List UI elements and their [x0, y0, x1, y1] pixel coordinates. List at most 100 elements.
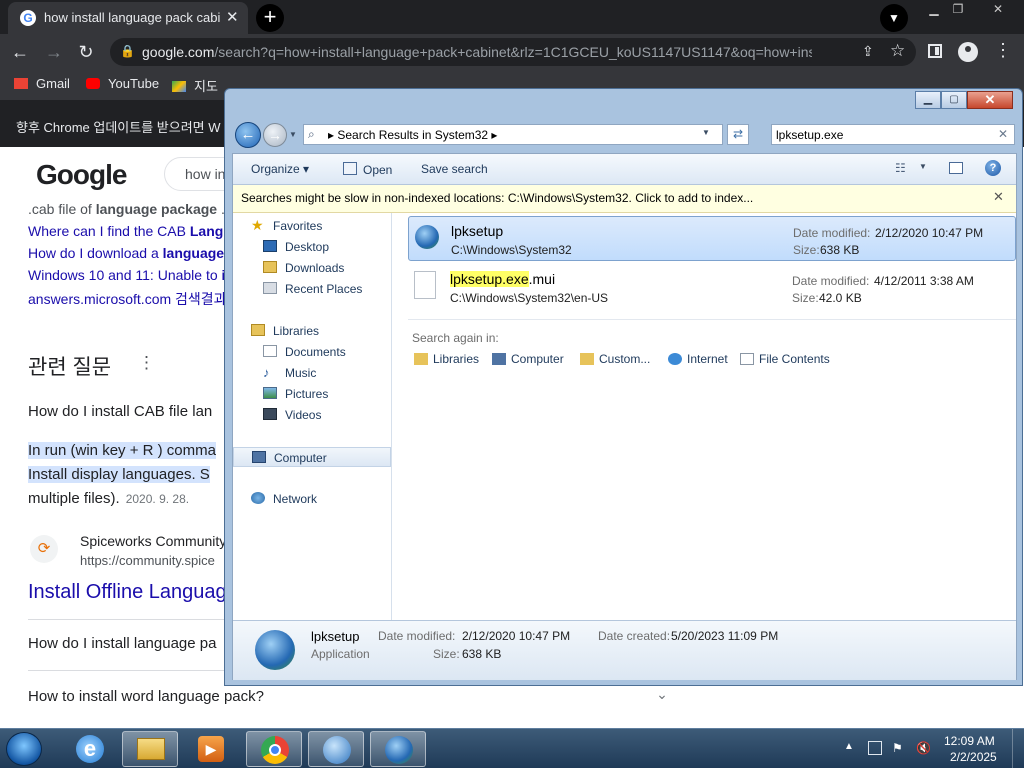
view-dropdown-icon[interactable]: ▼ — [919, 162, 927, 171]
nav-documents[interactable]: Documents — [233, 342, 391, 362]
index-infobar[interactable]: Searches might be slow in non-indexed lo… — [233, 185, 1016, 213]
explorer-close-button[interactable]: ✕ — [967, 91, 1013, 109]
preview-pane-icon[interactable] — [949, 162, 963, 174]
address-dropdown-icon[interactable]: ▼ — [702, 128, 710, 137]
lpksetup-large-icon — [255, 630, 295, 670]
start-button[interactable] — [6, 732, 42, 766]
pictures-icon — [263, 387, 277, 399]
people-also-ask-item[interactable]: How do I install language pa — [28, 635, 216, 652]
save-search-button[interactable]: Save search — [421, 162, 488, 176]
explorer-search-input[interactable]: lpksetup.exe ✕ — [771, 124, 1015, 145]
recent-pages-chevron-icon[interactable]: ▼ — [289, 130, 297, 139]
back-arrow-icon[interactable]: ← — [8, 40, 32, 64]
address-path[interactable]: ▸ Search Results in System32 ▸ — [328, 128, 497, 142]
tab-close-icon[interactable]: ✕ — [226, 8, 239, 26]
search-again-libraries[interactable]: Libraries — [414, 352, 479, 366]
search-again-file-contents[interactable]: File Contents — [740, 352, 830, 366]
chrome-menu-icon[interactable]: ⋮ — [994, 40, 1012, 61]
nav-desktop[interactable]: Desktop — [233, 237, 391, 257]
people-also-ask-item[interactable]: How to install word language pack? — [28, 688, 264, 705]
back-button[interactable]: ← — [235, 122, 261, 148]
taskbar-windows-explorer[interactable] — [122, 731, 178, 767]
chrome-restore-button[interactable]: ❐ — [946, 1, 970, 17]
search-again-custom[interactable]: Custom... — [580, 352, 650, 366]
more-options-icon[interactable]: ⋮ — [138, 353, 155, 373]
nav-libraries[interactable]: Libraries — [233, 321, 391, 341]
bookmark-maps[interactable]: 지도 — [172, 76, 218, 95]
faq-question[interactable]: How do I install CAB file lan — [28, 403, 212, 420]
search-again-internet[interactable]: Internet — [668, 352, 728, 366]
chrome-close-button[interactable]: ✕ — [986, 1, 1010, 17]
snippet-link[interactable]: Where can I find the CAB Lang — [28, 223, 223, 239]
clock-time[interactable]: 12:09 AM — [944, 734, 995, 748]
taskbar-lpksetup[interactable] — [370, 731, 426, 767]
reload-icon[interactable]: ↻ — [74, 40, 98, 64]
url-text[interactable]: google.com/search?q=how+install+language… — [142, 44, 812, 60]
explorer-address-bar[interactable]: ⌕ ▸ Search Results in System32 ▸ ▼ — [303, 124, 723, 145]
nav-videos[interactable]: Videos — [233, 405, 391, 425]
details-created: 5/20/2023 11:09 PM — [671, 629, 779, 643]
music-icon: ♪ — [263, 365, 270, 380]
show-hidden-icons-icon[interactable]: ▲ — [844, 741, 854, 752]
open-button[interactable]: Open — [343, 162, 392, 177]
result-name: lpksetup.exe.mui — [450, 271, 556, 287]
nav-music[interactable]: ♪ Music — [233, 363, 391, 383]
search-again-computer[interactable]: Computer — [492, 352, 564, 366]
new-tab-button[interactable]: + — [256, 4, 284, 32]
side-panel-icon[interactable] — [928, 44, 942, 58]
result-title-link[interactable]: Install Offline Languag — [28, 581, 227, 604]
help-icon[interactable]: ? — [985, 160, 1001, 176]
address-bar[interactable]: 🔒 google.com/search?q=how+install+langua… — [110, 38, 916, 66]
change-view-icon[interactable]: ☷ — [895, 161, 909, 175]
source-url[interactable]: https://community.spice — [80, 553, 215, 568]
related-questions-heading: 관련 질문 — [28, 356, 112, 379]
chrome-minimize-button[interactable]: ▁ — [922, 1, 946, 17]
network-tray-icon[interactable] — [868, 741, 882, 755]
clock-date[interactable]: 2/2/2025 — [950, 750, 997, 764]
taskbar: e ▶ ▲ ⚑ 🔇 12:09 AM 2/2/2025 — [0, 728, 1024, 769]
taskbar-internet-explorer[interactable]: e — [62, 731, 118, 767]
taskbar-media-player[interactable]: ▶ — [184, 731, 240, 767]
result-item[interactable]: lpksetup C:\Windows\System32 Date modifi… — [408, 216, 1016, 261]
share-icon[interactable]: ⇪ — [862, 43, 874, 60]
update-banner-text: 향후 Chrome 업데이트를 받으려면 W — [16, 120, 221, 135]
nav-recent-places[interactable]: Recent Places — [233, 279, 391, 299]
explorer-minimize-button[interactable]: ▁ — [915, 91, 941, 109]
nav-favorites[interactable]: ★ Favorites — [233, 216, 391, 236]
profile-avatar-icon[interactable] — [958, 42, 978, 62]
refresh-button[interactable]: ⇄ — [727, 124, 749, 145]
details-type: Application — [311, 647, 370, 661]
volume-muted-icon[interactable]: 🔇 — [916, 741, 931, 755]
clear-search-icon[interactable]: ✕ — [998, 127, 1008, 141]
snippet-line: .cab file of language package . — [28, 201, 225, 217]
lpksetup-app-icon — [415, 225, 439, 249]
nav-downloads[interactable]: Downloads — [233, 258, 391, 278]
browser-tab[interactable]: G how install language pack cabinet ✕ — [8, 2, 248, 34]
nav-computer[interactable]: Computer — [233, 447, 391, 467]
file-icon — [414, 271, 436, 299]
snippet-link[interactable]: How do I download a language — [28, 245, 224, 261]
bookmark-star-icon[interactable]: ☆ — [890, 41, 905, 61]
snippet-link[interactable]: Windows 10 and 11: Unable to i — [28, 267, 225, 283]
taskbar-search-results[interactable] — [308, 731, 364, 767]
forward-arrow-icon[interactable]: → — [42, 40, 66, 64]
forward-button[interactable]: → — [263, 123, 287, 147]
explorer-maximize-button[interactable]: ▢ — [941, 91, 967, 109]
show-desktop-button[interactable] — [1012, 729, 1024, 769]
source-name[interactable]: Spiceworks Community — [80, 533, 226, 549]
nav-pictures[interactable]: Pictures — [233, 384, 391, 404]
bookmark-gmail[interactable]: Gmail — [14, 76, 70, 91]
bookmark-youtube[interactable]: YouTube — [86, 76, 159, 91]
lock-icon[interactable]: 🔒 — [120, 44, 135, 58]
taskbar-chrome[interactable] — [246, 731, 302, 767]
snippet-link[interactable]: answers.microsoft.com 검색결과 — [28, 289, 227, 309]
chrome-toolbar: ← → ↻ 🔒 google.com/search?q=how+install+… — [0, 34, 1024, 70]
result-item[interactable]: lpksetup.exe.mui C:\Windows\System32\en-… — [408, 265, 1016, 310]
organize-button[interactable]: Organize ▾ — [251, 162, 309, 176]
tab-search-chevron-icon[interactable]: ▼ — [880, 4, 908, 32]
nav-network[interactable]: Network — [233, 489, 391, 509]
action-center-flag-icon[interactable]: ⚑ — [892, 741, 906, 755]
google-logo[interactable]: Google — [36, 159, 127, 191]
infobar-close-icon[interactable]: ✕ — [993, 189, 1004, 205]
infobar-text[interactable]: Searches might be slow in non-indexed lo… — [241, 191, 753, 205]
